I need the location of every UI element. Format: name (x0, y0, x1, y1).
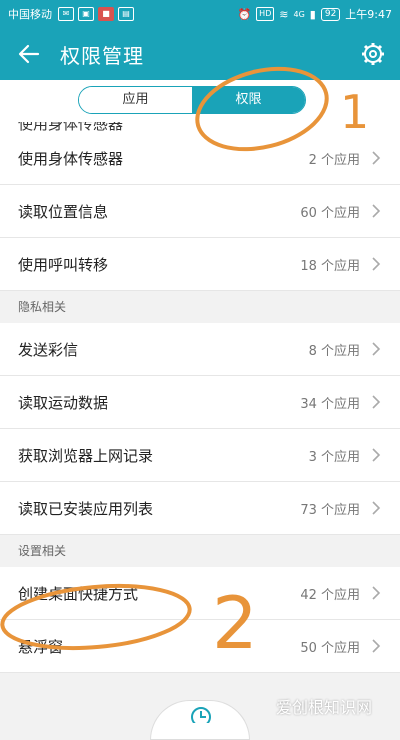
app-count: 34 个应用 (300, 396, 360, 412)
list-item[interactable]: 使用身体传感器 2 个应用 (0, 132, 400, 185)
alarm-icon: ⏰ (237, 7, 252, 21)
watermark: 爱创根知识网 (276, 698, 373, 717)
status-bar: 中国移动 ✉ ▣ ■ ▤ ⏰ HD ≋ 4G ▮ 92 上午9:47 (0, 0, 400, 28)
tab-apps[interactable]: 应用 (79, 87, 192, 113)
permission-list: 使用身体传感器 使用身体传感器 2 个应用 读取位置信息 60 个应用 使用呼叫转移… (0, 122, 400, 673)
app-bar: 权限管理 (0, 28, 400, 80)
app-count: 50 个应用 (300, 640, 360, 656)
settings-button[interactable] (360, 41, 386, 67)
image-icon: ▤ (118, 7, 134, 21)
list-item-partial[interactable]: 使用身体传感器 (0, 122, 400, 132)
list-item[interactable]: 发送彩信 8 个应用 (0, 323, 400, 376)
app-count: 2 个应用 (308, 152, 360, 168)
app-count: 73 个应用 (300, 502, 360, 518)
wifi-icon: ≋ (279, 7, 289, 21)
history-button[interactable] (150, 700, 250, 740)
hd-icon: HD (256, 7, 275, 21)
list-item-label: 使用身体传感器 (18, 149, 124, 168)
notification-icon: ✉ (58, 7, 74, 21)
list-item[interactable]: 读取已安装应用列表 73 个应用 (0, 482, 400, 535)
list-item-label: 读取位置信息 (18, 202, 109, 221)
chevron-right-icon (372, 586, 381, 600)
carrier-label: 中国移动 (8, 8, 52, 21)
list-item[interactable]: 使用呼叫转移 18 个应用 (0, 238, 400, 291)
chevron-right-icon (372, 151, 381, 165)
section-header: 设置相关 (0, 535, 400, 567)
list-item-label: 读取运动数据 (18, 393, 109, 412)
tab-area: 应用 权限 (0, 80, 400, 122)
notification-icons: ✉ ▣ ■ ▤ (58, 7, 134, 21)
list-item[interactable]: 悬浮窗 50 个应用 (0, 620, 400, 673)
chevron-right-icon (372, 501, 381, 515)
page-title: 权限管理 (60, 43, 144, 68)
battery-indicator: 92 (320, 7, 341, 21)
segmented-tabs: 应用 权限 (78, 86, 306, 114)
list-item-label: 使用呼叫转移 (18, 255, 109, 274)
gear-icon (362, 43, 384, 65)
chevron-right-icon (372, 639, 381, 653)
list-item-label: 发送彩信 (18, 340, 79, 359)
chevron-right-icon (372, 257, 381, 271)
clock: 上午9:47 (345, 8, 392, 21)
app-icon: ▣ (78, 7, 94, 21)
chevron-right-icon (372, 204, 381, 218)
list-item-label: 获取浏览器上网记录 (18, 446, 154, 465)
app-count: 8 个应用 (308, 343, 360, 359)
tab-permissions[interactable]: 权限 (192, 87, 305, 113)
back-arrow-icon (18, 44, 40, 64)
chevron-right-icon (372, 342, 381, 356)
chevron-right-icon (372, 448, 381, 462)
chevron-right-icon (372, 395, 381, 409)
signal-icon: ▮ (309, 7, 316, 21)
list-item[interactable]: 获取浏览器上网记录 3 个应用 (0, 429, 400, 482)
status-right: ⏰ HD ≋ 4G ▮ 92 上午9:47 (238, 6, 392, 22)
app-count: 60 个应用 (300, 205, 360, 221)
list-item[interactable]: 读取运动数据 34 个应用 (0, 376, 400, 429)
app-count: 18 个应用 (300, 258, 360, 274)
list-item-label: 创建桌面快捷方式 (18, 584, 139, 603)
list-item-label: 读取已安装应用列表 (18, 499, 154, 518)
app-count: 3 个应用 (308, 449, 360, 465)
list-item-label: 使用身体传感器 (18, 122, 124, 132)
list-item-label: 悬浮窗 (18, 637, 64, 656)
app-icon: ■ (98, 7, 114, 21)
section-header: 隐私相关 (0, 291, 400, 323)
network-label: 4G (293, 9, 305, 19)
back-button[interactable] (14, 39, 44, 69)
app-count: 42 个应用 (300, 587, 360, 603)
list-item[interactable]: 创建桌面快捷方式 42 个应用 (0, 567, 400, 620)
list-item[interactable]: 读取位置信息 60 个应用 (0, 185, 400, 238)
